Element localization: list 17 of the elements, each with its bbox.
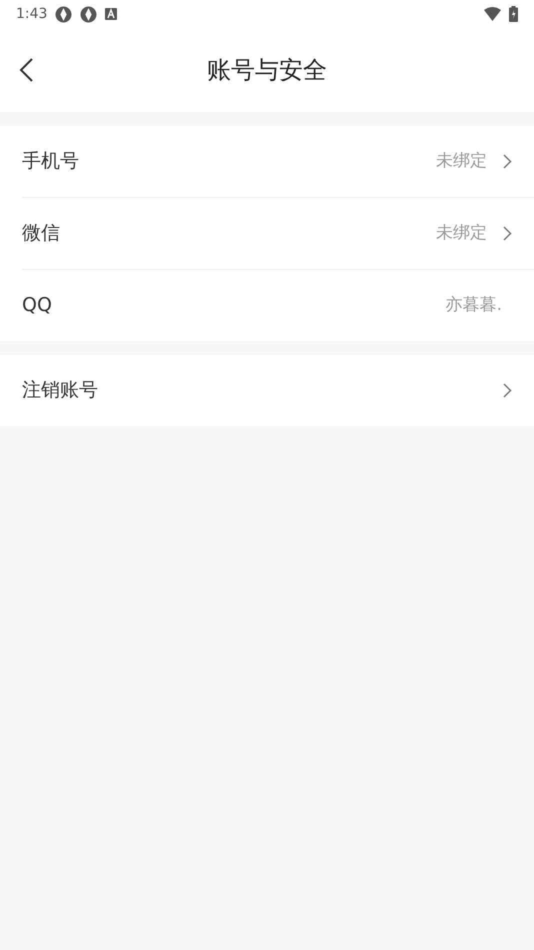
chevron-icon [503, 154, 512, 169]
battery-icon [509, 6, 518, 22]
aperture-icon [55, 6, 72, 22]
keyboard-icon [105, 8, 118, 20]
aperture-icon [80, 6, 98, 22]
row-label: 注销账号 [22, 378, 98, 404]
row-value: 未绑定 [436, 222, 487, 245]
row-value: 未绑定 [436, 150, 487, 173]
status-time: 1:43 [16, 4, 48, 24]
chevron-icon [503, 383, 512, 398]
wifi-icon [484, 7, 501, 21]
chevron-icon [503, 226, 512, 241]
page-title: 账号与安全 [207, 55, 327, 86]
row-label: QQ [22, 293, 52, 318]
row-label: 手机号 [22, 149, 79, 174]
row-label: 微信 [22, 221, 60, 246]
row-value: 亦暮暮. [446, 294, 502, 317]
